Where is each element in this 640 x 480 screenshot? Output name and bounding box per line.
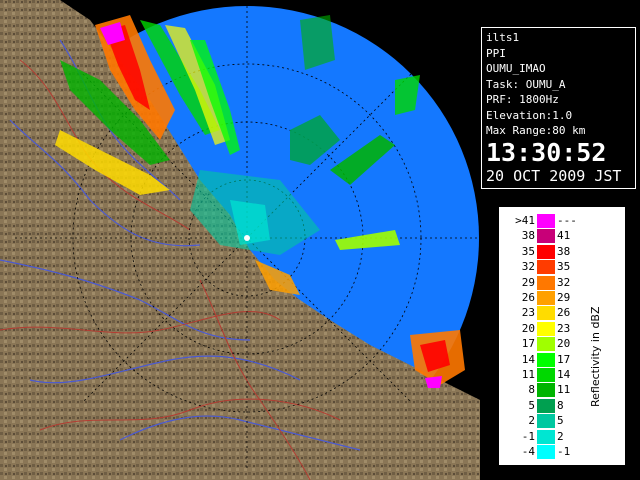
legend-min: 5	[528, 398, 535, 412]
legend-row: -4 -1	[499, 444, 599, 459]
legend-swatch	[537, 352, 555, 367]
legend-row: 20 23	[499, 321, 599, 336]
station-label: ilts1	[486, 31, 520, 44]
prf-label: PRF: 1800Hz	[486, 93, 559, 106]
time-display: 13:30:52	[486, 137, 607, 167]
legend-min: 14	[521, 352, 535, 366]
legend-row: 58	[499, 398, 599, 413]
legend-swatch	[537, 383, 555, 398]
info-panel: ilts1 PPI OUMU_IMAO Task: OUMU_A PRF: 18…	[481, 27, 636, 189]
legend-row: -1 2	[499, 429, 599, 444]
legend-swatch	[537, 275, 555, 290]
legend-max: 17	[557, 352, 571, 366]
legend-swatch	[537, 260, 555, 275]
legend-min: 38	[521, 229, 535, 243]
site-label: OUMU_IMAO	[486, 62, 546, 75]
legend-min: 17	[521, 337, 535, 351]
legend-swatch	[537, 429, 555, 444]
legend-swatch	[537, 244, 555, 259]
legend-row: 38 41	[499, 228, 599, 244]
legend-max: 26	[557, 306, 571, 320]
legend-min: >41	[515, 214, 535, 227]
product-label: PPI	[486, 46, 506, 60]
legend-max: 20	[557, 337, 571, 351]
legend-row: 32 35	[499, 259, 599, 275]
radar-map	[0, 0, 480, 480]
legend-row: 14 17	[499, 352, 599, 367]
legend-row: 29 32	[499, 275, 599, 290]
legend-swatch	[537, 337, 555, 352]
legend-min: 32	[521, 260, 535, 274]
legend-max: 5	[557, 414, 564, 428]
legend-max: 2	[557, 429, 564, 443]
task-label: Task: OUMU_A	[486, 77, 566, 91]
legend-min: 29	[521, 275, 535, 289]
legend-max: 23	[557, 321, 571, 335]
legend-min: 11	[521, 368, 535, 381]
legend-max: 38	[557, 244, 571, 258]
legend-row: >41 ---	[499, 213, 599, 228]
legend-max: 35	[557, 260, 571, 274]
legend-max: -1	[557, 445, 571, 458]
legend-swatch	[537, 368, 555, 382]
legend-max: 11	[557, 383, 571, 397]
legend-min: -1	[521, 429, 535, 443]
legend-min: 23	[521, 306, 535, 320]
legend-swatch	[537, 321, 555, 336]
legend-swatch	[537, 445, 555, 459]
radar-center-icon	[244, 235, 250, 241]
color-legend: >41 --- 38 41 35 38 32 35 29 32 26 29 23 26 20 23 17 20 14…	[499, 207, 625, 465]
legend-min: 2	[528, 414, 535, 428]
max-range-label: Max Range:80 km	[486, 124, 586, 137]
legend-max: 29	[557, 291, 571, 304]
legend-row: 11 14	[499, 367, 599, 382]
legend-min: -4	[521, 445, 535, 458]
legend-max: 14	[557, 368, 571, 381]
legend-row: 35 38	[499, 244, 599, 259]
legend-swatch	[537, 414, 555, 429]
legend-max: 41	[557, 229, 571, 243]
legend-row: 8 11	[499, 382, 599, 398]
legend-swatch	[537, 291, 555, 305]
legend-row: 26 29	[499, 290, 599, 305]
legend-min: 20	[521, 321, 535, 335]
legend-max: ---	[557, 214, 577, 227]
legend-swatch	[537, 306, 555, 321]
legend-min: 26	[521, 291, 535, 304]
legend-max: 8	[557, 398, 564, 412]
elevation-label: Elevation:1.0	[486, 108, 573, 122]
legend-min: 8	[528, 383, 535, 397]
legend-row: 25	[499, 413, 599, 429]
legend-swatch	[537, 229, 555, 244]
radar-display: ilts1 PPI OUMU_IMAO Task: OUMU_A PRF: 18…	[0, 0, 640, 480]
legend-swatch	[537, 398, 555, 413]
legend-title: Reflectivity in dBZ	[589, 306, 602, 408]
legend-max: 32	[557, 275, 571, 289]
legend-row: 17 20	[499, 336, 599, 352]
legend-row: 23 26	[499, 305, 599, 321]
date-display: 20 OCT 2009 JST	[486, 166, 622, 185]
legend-min: 35	[521, 244, 535, 258]
legend-swatch	[537, 214, 555, 228]
